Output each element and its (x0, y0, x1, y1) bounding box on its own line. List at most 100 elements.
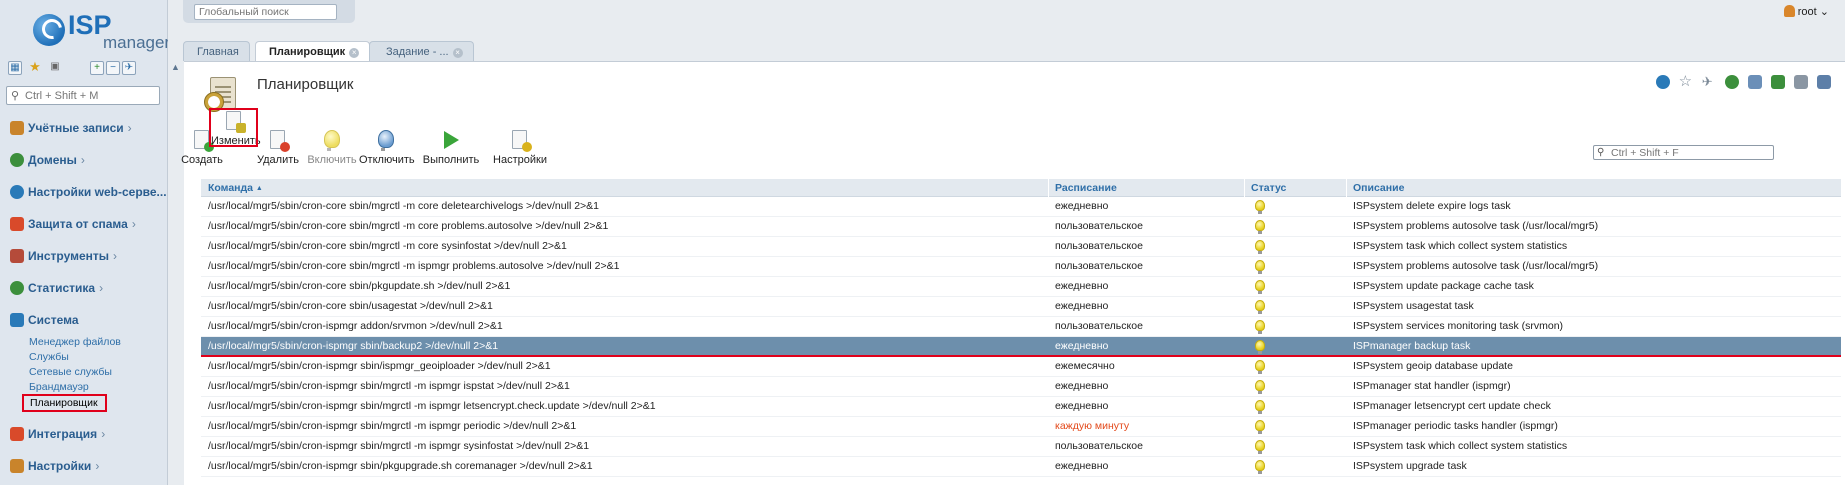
pin-icon[interactable]: ✈ (1702, 75, 1716, 89)
menu-layout-icon[interactable]: ▦ (8, 61, 22, 75)
cell-schedule: ежедневно (1055, 280, 1109, 292)
tab-scheduler[interactable]: Планировщик × (255, 41, 371, 62)
table-filter-input[interactable] (1611, 146, 1771, 159)
tab-label: Главная (197, 46, 239, 58)
tab-label: Планировщик (269, 46, 346, 58)
table-row[interactable]: /usr/local/mgr5/sbin/cron-core sbin/mgrc… (201, 217, 1841, 237)
refresh-icon[interactable] (1655, 75, 1670, 89)
table-row[interactable]: /usr/local/mgr5/sbin/cron-core sbin/mgrc… (201, 257, 1841, 277)
cell-schedule: ежедневно (1055, 340, 1109, 352)
table-row[interactable]: /usr/local/mgr5/sbin/cron-ispmgr sbin/mg… (201, 377, 1841, 397)
pin-menu-icon[interactable]: ✈ (122, 61, 136, 75)
integration-icon (10, 427, 24, 441)
ispmanager-logo[interactable]: ISP manager (33, 10, 170, 52)
briefcase-icon[interactable]: ▣ (48, 61, 62, 75)
collapse-arrow-icon[interactable]: ▲ (171, 62, 180, 72)
table-row[interactable]: /usr/local/mgr5/sbin/cron-core sbin/mgrc… (201, 237, 1841, 257)
table-row[interactable]: /usr/local/mgr5/sbin/cron-ispmgr sbin/mg… (201, 397, 1841, 417)
status-enabled-lightbulb-icon (1255, 360, 1265, 374)
menu-item-services[interactable]: Службы (29, 351, 69, 363)
tab-task[interactable]: Задание - ... × (369, 41, 474, 61)
collapse-all-icon[interactable]: − (106, 61, 120, 75)
menu-search[interactable]: ⚲ (6, 86, 160, 105)
edit-button[interactable]: Изменить (209, 108, 261, 147)
menu-search-input[interactable] (25, 88, 157, 103)
table-row[interactable]: /usr/local/mgr5/sbin/cron-ispmgr sbin/ba… (201, 337, 1841, 357)
user-menu[interactable]: root ⌄ (1783, 5, 1829, 18)
status-enabled-lightbulb-icon (1255, 320, 1265, 334)
cell-schedule: пользовательское (1055, 440, 1143, 452)
status-enabled-lightbulb-icon (1255, 420, 1265, 434)
create-icon (192, 130, 214, 152)
cell-status (1251, 317, 1321, 336)
globe-icon[interactable] (1724, 75, 1739, 89)
tab-label: Задание - ... (386, 46, 449, 58)
table-header: Команда ▲ Расписание Статус Описание (201, 179, 1841, 197)
table-row[interactable]: /usr/local/mgr5/sbin/cron-core sbin/usag… (201, 297, 1841, 317)
column-header-description[interactable]: Описание (1353, 179, 1833, 197)
favorites-star-icon[interactable]: ★ (28, 60, 42, 75)
table-row[interactable]: /usr/local/mgr5/sbin/cron-core sbin/mgrc… (201, 197, 1841, 217)
menu-group-statistics[interactable]: Статистика › (10, 281, 103, 297)
disable-button[interactable]: Отключить (359, 130, 415, 178)
settings-button[interactable]: Настройки (492, 130, 548, 178)
cell-description: ISPsystem task which collect system stat… (1353, 240, 1568, 252)
columns-icon[interactable] (1747, 75, 1762, 89)
column-header-status[interactable]: Статус (1251, 179, 1321, 197)
cell-status (1251, 217, 1321, 236)
menu-group-web-settings[interactable]: Настройки web-серве...› (10, 185, 175, 201)
menu-item-file-manager[interactable]: Менеджер файлов (29, 336, 121, 348)
cell-description: ISPsystem services monitoring task (srvm… (1353, 320, 1564, 332)
cell-schedule: ежедневно (1055, 300, 1109, 312)
menu-item-scheduler[interactable]: Планировщик (22, 394, 107, 412)
cell-description: ISPsystem problems autosolve task (/usr/… (1353, 220, 1599, 232)
cell-command: /usr/local/mgr5/sbin/cron-core sbin/mgrc… (208, 260, 620, 272)
cell-schedule: ежемесячно (1055, 360, 1115, 372)
menu-group-tools[interactable]: Инструменты › (10, 249, 117, 265)
chevron-right-icon: › (127, 121, 132, 135)
table-row[interactable]: /usr/local/mgr5/sbin/cron-ispmgr addon/s… (201, 317, 1841, 337)
status-enabled-lightbulb-icon (1255, 380, 1265, 394)
cell-description: ISPsystem task which collect system stat… (1353, 440, 1568, 452)
close-icon[interactable]: × (452, 48, 463, 58)
menu-group-label: Инструменты (28, 249, 110, 263)
expand-all-icon[interactable]: + (90, 61, 104, 75)
edit-pencil-icon (224, 111, 246, 133)
cell-description: ISPsystem usagestat task (1353, 300, 1474, 312)
tab-home[interactable]: Главная (183, 41, 250, 61)
settings-icon (10, 459, 24, 473)
help-icon[interactable] (1817, 75, 1831, 89)
table-row[interactable]: /usr/local/mgr5/sbin/cron-ispmgr sbin/is… (201, 357, 1841, 377)
stats-icon (10, 281, 24, 295)
menu-group-label: Защита от спама (28, 217, 128, 231)
enable-button[interactable]: Включить (307, 130, 357, 178)
export-excel-icon[interactable] (1770, 75, 1785, 89)
column-header-command[interactable]: Команда ▲ (208, 179, 898, 198)
menu-group-domains[interactable]: Домены › (10, 153, 85, 169)
table-filter[interactable]: ⚲ (1593, 145, 1774, 160)
menu-item-network-services[interactable]: Сетевые службы (29, 366, 112, 378)
table-row[interactable]: /usr/local/mgr5/sbin/cron-ispmgr sbin/mg… (201, 417, 1841, 437)
global-search-input[interactable] (194, 4, 337, 20)
status-enabled-lightbulb-icon (1255, 220, 1265, 234)
sidebar-splitter[interactable]: ▲ (168, 0, 184, 485)
table-row[interactable]: /usr/local/mgr5/sbin/cron-ispmgr sbin/pk… (201, 457, 1841, 477)
table-row[interactable]: /usr/local/mgr5/sbin/cron-core sbin/pkgu… (201, 277, 1841, 297)
menu-item-firewall[interactable]: Брандмауэр (29, 381, 89, 393)
play-icon (441, 130, 461, 152)
cell-status (1251, 397, 1321, 416)
menu-group-integration[interactable]: Интеграция › (10, 427, 105, 443)
cell-command: /usr/local/mgr5/sbin/cron-ispmgr addon/s… (208, 320, 503, 332)
run-button[interactable]: Выполнить (422, 130, 480, 178)
menu-group-settings[interactable]: Настройки › (10, 459, 99, 475)
menu-group-accounts[interactable]: Учётные записи › (10, 121, 132, 137)
column-header-schedule[interactable]: Расписание (1055, 179, 1245, 197)
menu-group-spam-protection[interactable]: Защита от спама › (10, 217, 136, 233)
menu-group-system[interactable]: Система (10, 313, 79, 329)
print-icon[interactable] (1793, 75, 1808, 89)
close-icon[interactable]: × (349, 48, 360, 58)
delete-button[interactable]: Удалить (257, 130, 299, 178)
table-row[interactable]: /usr/local/mgr5/sbin/cron-ispmgr sbin/mg… (201, 437, 1841, 457)
tools-icon (10, 249, 24, 263)
star-icon[interactable]: ☆ (1679, 74, 1693, 89)
